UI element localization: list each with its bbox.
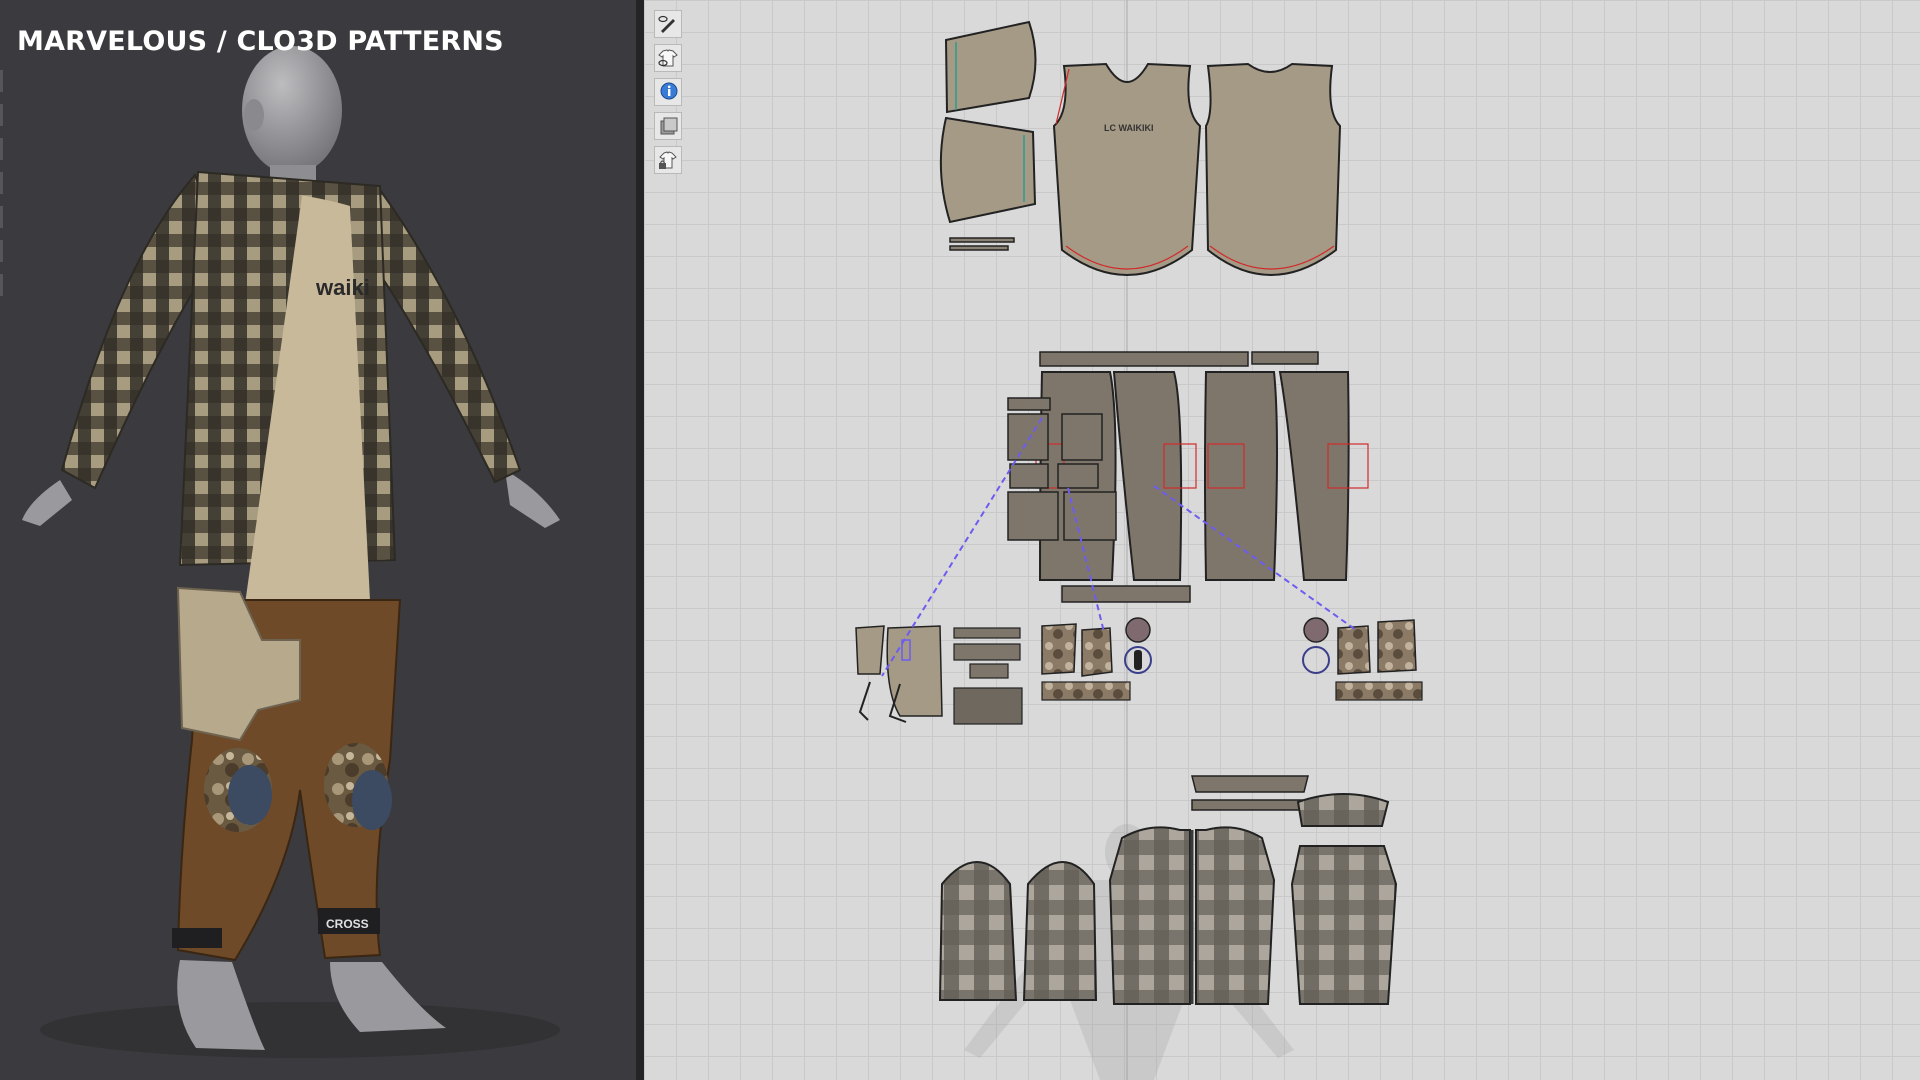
avatar-cuff-label: CROSS — [326, 917, 369, 931]
seam-link-lines — [881, 417, 1357, 677]
lock-garment-tool[interactable] — [654, 146, 682, 174]
info-tool[interactable] — [654, 78, 682, 106]
shirt-collar-pieces[interactable] — [1191, 775, 1309, 811]
pants-back-right-piece[interactable] — [1278, 371, 1369, 581]
texture-tool[interactable] — [654, 112, 682, 140]
shirt-eye-icon — [658, 49, 678, 67]
avatar-render: waiki CROSS — [22, 46, 560, 1058]
shirt-sleeve-right-piece[interactable] — [1022, 861, 1098, 1001]
tshirt-sleeve-piece-lower[interactable] — [939, 116, 1037, 224]
kneepad-left-pieces[interactable] — [1041, 617, 1152, 701]
pattern-canvas[interactable]: LC WAIKIKI — [644, 0, 1920, 1080]
tshirt-sleeve-piece-upper[interactable] — [944, 20, 1037, 114]
shirt-lock-icon — [659, 151, 677, 169]
2d-pattern-window[interactable]: LC WAIKIKI — [644, 0, 1920, 1080]
holster-pieces[interactable] — [855, 625, 943, 723]
kneepad-right-pieces[interactable] — [1302, 617, 1423, 701]
pants-back-left-piece[interactable] — [1204, 371, 1278, 581]
shirt-back-piece[interactable] — [1290, 845, 1398, 1005]
view-splitter[interactable] — [636, 0, 644, 1080]
tshirt-print-label: LC WAIKIKI — [1104, 123, 1154, 133]
shirt-yoke-piece[interactable] — [1296, 793, 1390, 827]
info-icon — [660, 82, 678, 100]
overlay-title: MARVELOUS / CLO3D PATTERNS — [17, 26, 504, 57]
shirt-front-piece[interactable] — [1108, 826, 1276, 1005]
edit-pattern-tool[interactable] — [654, 10, 682, 38]
pattern-toolbar — [654, 10, 684, 180]
3d-viewport[interactable]: waiki CROSS MARVELOUS / CLO3D PATTERNS — [0, 0, 636, 1080]
tshirt-back-piece[interactable] — [1204, 62, 1342, 276]
texture-icon — [660, 117, 678, 135]
tshirt-neck-binding[interactable] — [949, 237, 1015, 251]
tshirt-front-piece[interactable]: LC WAIKIKI — [1052, 62, 1202, 276]
pants-cuff-pieces[interactable] — [1061, 585, 1191, 603]
viewport-edge-markers — [0, 70, 3, 330]
strap-pieces[interactable] — [953, 627, 1023, 725]
pen-eye-icon — [658, 15, 675, 33]
pants-waistband[interactable] — [1039, 351, 1319, 367]
show-garment-tool[interactable] — [654, 44, 682, 72]
shirt-sleeve-left-piece[interactable] — [938, 861, 1018, 1001]
avatar-tshirt-print: waiki — [315, 275, 370, 300]
